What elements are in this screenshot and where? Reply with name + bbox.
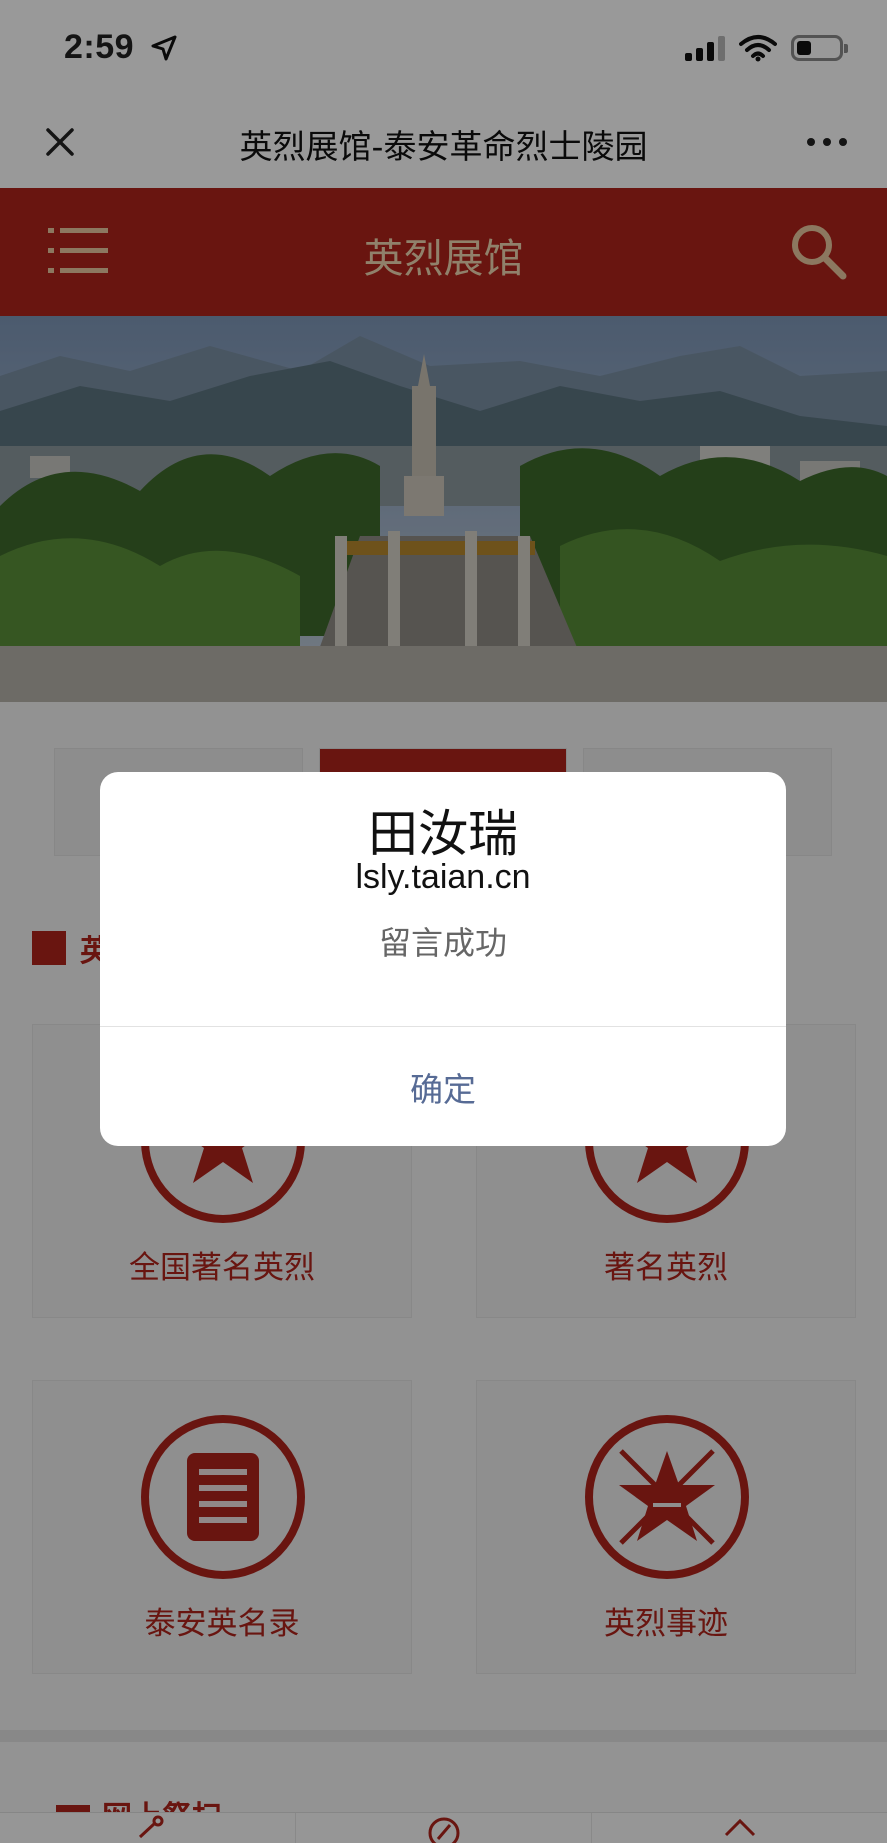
confirm-button[interactable]: 确定 [100, 1027, 786, 1146]
dialog-title: 田汝瑞 [368, 805, 518, 863]
dialog-domain: lsly.taian.cn [355, 858, 531, 896]
alert-dialog: 田汝瑞 lsly.taian.cn 留言成功 确定 [100, 772, 786, 1146]
dialog-message: 留言成功 [378, 924, 507, 962]
